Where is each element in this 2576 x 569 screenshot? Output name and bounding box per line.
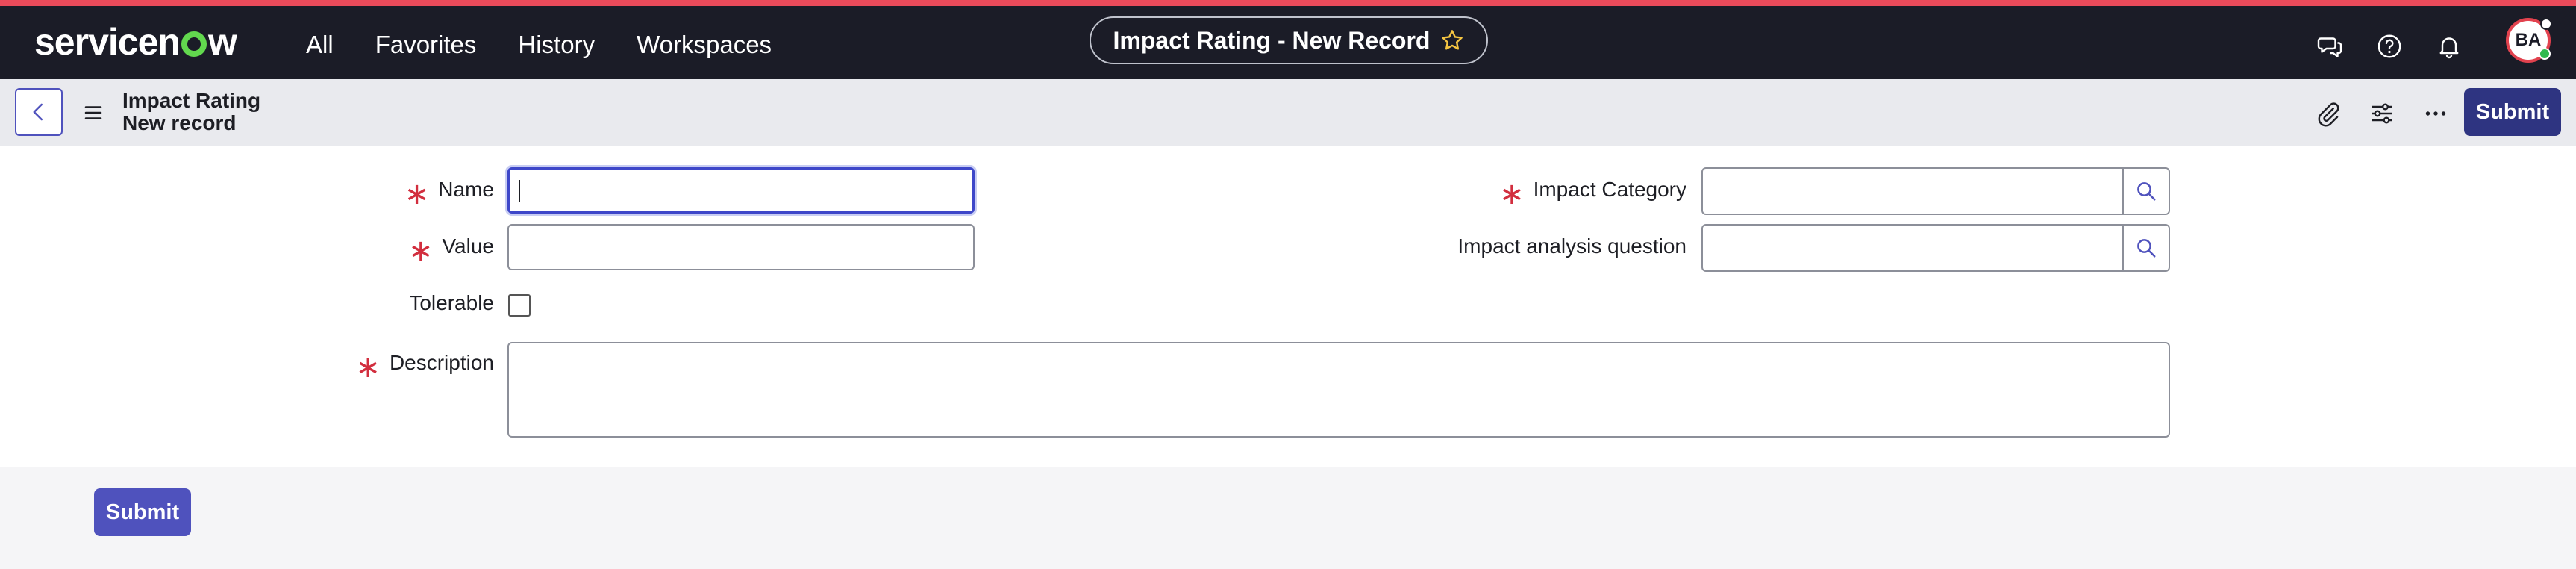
name-input[interactable] xyxy=(507,167,975,214)
impact-category-label-text: Impact Category xyxy=(1533,178,1686,201)
bell-icon[interactable] xyxy=(2436,33,2463,60)
impact-category-input[interactable] xyxy=(1701,167,2124,215)
record-title: Impact Rating New record xyxy=(122,90,260,134)
required-asterisk-icon: ∗ xyxy=(407,234,434,267)
nav-workspaces[interactable]: Workspaces xyxy=(637,24,772,66)
logo-text-end: w xyxy=(207,21,237,63)
top-navigation-bar: servicen w All Favorites History Workspac… xyxy=(0,0,2576,79)
context-menu-icon[interactable] xyxy=(82,102,104,124)
description-textarea[interactable] xyxy=(507,342,2170,438)
tolerable-label: Tolerable xyxy=(409,291,494,314)
star-icon[interactable] xyxy=(1440,28,1464,52)
description-label: ∗ Description xyxy=(355,349,494,384)
more-options-icon[interactable] xyxy=(2422,100,2449,127)
form-header: Impact Rating New record Submit xyxy=(0,79,2576,146)
footer-submit-button[interactable]: Submit xyxy=(94,488,191,536)
logo-text: servicen xyxy=(34,21,181,63)
help-icon[interactable] xyxy=(2376,33,2403,60)
required-asterisk-icon: ∗ xyxy=(1499,178,1525,211)
context-title: Impact Rating - New Record xyxy=(1113,26,1431,54)
presence-online-icon xyxy=(2539,48,2551,60)
impact-rating-form: ∗ Name ∗ Value Tolerable ∗ Description ∗ Imp… xyxy=(0,146,2576,467)
servicenow-logo[interactable]: servicen w xyxy=(34,18,237,66)
personalize-form-icon[interactable] xyxy=(2369,100,2395,127)
text-cursor xyxy=(519,180,520,202)
logo-ring-icon xyxy=(181,31,207,57)
impact-category-lookup-button[interactable] xyxy=(2122,167,2170,215)
value-input[interactable] xyxy=(507,224,975,270)
attachment-icon[interactable] xyxy=(2315,100,2342,127)
main-nav: All Favorites History Workspaces xyxy=(306,24,813,66)
required-asterisk-icon: ∗ xyxy=(355,351,381,384)
tolerable-checkbox[interactable] xyxy=(508,294,531,317)
impact-question-label: Impact analysis question xyxy=(1457,234,1686,258)
chevron-left-icon xyxy=(33,103,43,121)
required-asterisk-icon: ∗ xyxy=(404,178,430,211)
back-button[interactable] xyxy=(15,88,63,136)
search-icon xyxy=(2137,182,2156,201)
record-table-name: Impact Rating xyxy=(122,89,261,112)
user-avatar[interactable]: BA xyxy=(2506,18,2552,63)
record-state: New record xyxy=(122,111,237,134)
nav-history[interactable]: History xyxy=(518,24,595,66)
impact-question-lookup-button[interactable] xyxy=(2122,224,2170,272)
name-label-text: Name xyxy=(438,178,494,201)
impact-question-input[interactable] xyxy=(1701,224,2124,272)
search-icon xyxy=(2137,239,2156,258)
nav-favorites[interactable]: Favorites xyxy=(375,24,477,66)
impact-category-label: ∗ Impact Category xyxy=(1499,176,1686,211)
chat-icon[interactable] xyxy=(2316,33,2343,60)
user-initials: BA xyxy=(2515,30,2542,50)
presence-status-icon xyxy=(2540,18,2552,30)
form-footer: Submit xyxy=(0,467,2576,569)
nav-all[interactable]: All xyxy=(306,24,334,66)
value-label: ∗ Value xyxy=(407,233,494,267)
value-label-text: Value xyxy=(442,234,494,258)
header-submit-button[interactable]: Submit xyxy=(2464,88,2561,136)
context-title-pill[interactable]: Impact Rating - New Record xyxy=(1090,16,1488,64)
name-label: ∗ Name xyxy=(404,176,494,211)
description-label-text: Description xyxy=(389,351,494,374)
